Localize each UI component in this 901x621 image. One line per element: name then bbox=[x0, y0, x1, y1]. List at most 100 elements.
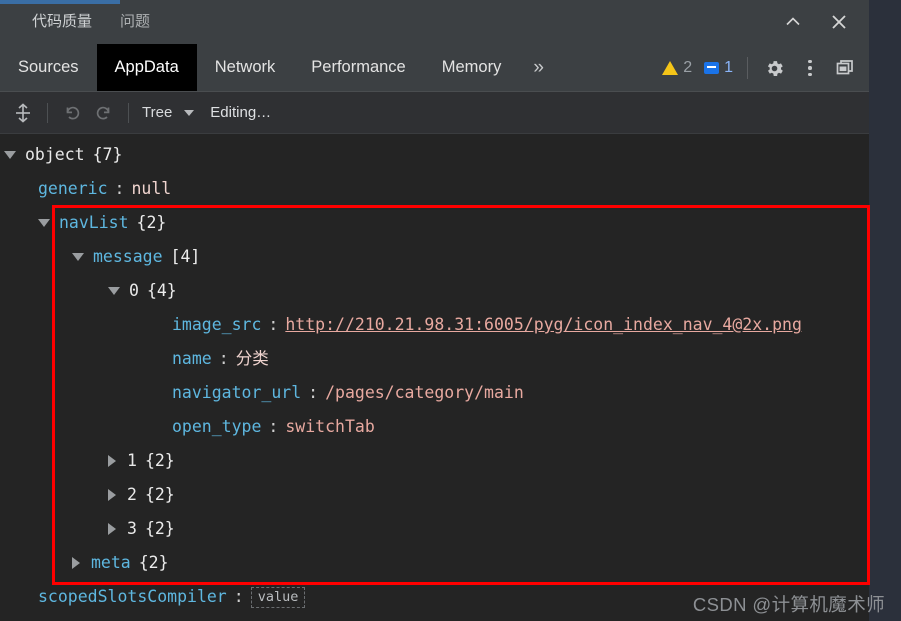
chevron-right-icon[interactable] bbox=[72, 557, 80, 569]
tree-value-open-type: switchTab bbox=[285, 417, 375, 436]
tree-row-navlist[interactable]: navList {2} bbox=[0, 206, 869, 240]
tree-colon-image-src: : bbox=[268, 315, 279, 334]
editing-status-label: Editing… bbox=[210, 104, 272, 121]
drawer-tab-issues[interactable]: 问题 bbox=[106, 0, 164, 44]
tree-colon-navigator-url: : bbox=[308, 383, 319, 402]
tab-overflow-button[interactable]: » bbox=[519, 44, 558, 91]
tree-row-object[interactable]: object {7} bbox=[0, 138, 869, 172]
message-icon bbox=[704, 62, 720, 74]
tree-key-name: name bbox=[172, 349, 212, 368]
tab-performance[interactable]: Performance bbox=[293, 44, 423, 91]
message-count: 1 bbox=[724, 59, 733, 76]
devtools-window: 代码质量 问题 Sources AppData Network Performa… bbox=[0, 0, 869, 621]
tree-key-message: message bbox=[93, 247, 163, 266]
kebab-menu-icon[interactable] bbox=[793, 51, 827, 85]
chevron-down-icon[interactable] bbox=[4, 151, 16, 159]
tree-row-item-3[interactable]: 3 {2} bbox=[0, 512, 869, 546]
warning-triangle-icon bbox=[662, 61, 679, 75]
tree-count-item-2: {2} bbox=[144, 485, 175, 504]
tree-count-item-3: {2} bbox=[144, 519, 175, 538]
tree-row-item-0[interactable]: 0 {4} bbox=[0, 274, 869, 308]
tree-row-message[interactable]: message [4] bbox=[0, 240, 869, 274]
tree-value-generic: null bbox=[131, 179, 172, 198]
warning-counter[interactable]: 2 bbox=[657, 59, 697, 77]
tab-network[interactable]: Network bbox=[197, 44, 294, 91]
screenshot-root: 代码质量 问题 Sources AppData Network Performa… bbox=[0, 0, 901, 621]
tree-count-item-1: {2} bbox=[144, 451, 175, 470]
tab-sources[interactable]: Sources bbox=[0, 44, 97, 91]
tree-row-name[interactable]: name : 分类 bbox=[0, 342, 869, 376]
tree-key-item-1: 1 bbox=[127, 451, 137, 470]
warning-count: 2 bbox=[683, 59, 693, 76]
undo-icon[interactable] bbox=[57, 98, 87, 128]
chevron-down-icon[interactable] bbox=[184, 109, 195, 116]
close-icon[interactable] bbox=[819, 2, 859, 42]
tree-row-generic[interactable]: generic : null bbox=[0, 172, 869, 206]
tree-key-scopedslotscompiler: scopedSlotsCompiler bbox=[38, 587, 227, 606]
drawer-tab-code-quality-label: 代码质量 bbox=[32, 13, 93, 30]
drawer-tab-issues-label: 问题 bbox=[120, 13, 151, 30]
window-controls bbox=[773, 0, 859, 44]
appdata-toolbar: Tree Editing… bbox=[0, 92, 869, 134]
tree-key-item-0: 0 bbox=[129, 281, 139, 300]
tree-key-generic: generic bbox=[38, 179, 108, 198]
gear-icon[interactable] bbox=[757, 51, 791, 85]
tree-key-item-2: 2 bbox=[127, 485, 137, 504]
tree-count-meta: {2} bbox=[138, 553, 169, 572]
tree-count-item-0: {4} bbox=[146, 281, 177, 300]
active-browser-tab-accent bbox=[0, 0, 120, 4]
tree-value-scopedslotscompiler[interactable]: value bbox=[250, 586, 306, 608]
tab-memory[interactable]: Memory bbox=[424, 44, 520, 91]
toolbar-divider-1 bbox=[47, 102, 48, 123]
tree-key-open-type: open_type bbox=[172, 417, 262, 436]
chevron-right-icon[interactable] bbox=[108, 489, 116, 501]
chevron-right-icon[interactable] bbox=[108, 455, 116, 467]
tree-key-object: object bbox=[25, 145, 85, 164]
chevron-down-icon[interactable] bbox=[38, 219, 50, 227]
tree-row-meta[interactable]: meta {2} bbox=[0, 546, 869, 580]
tree-row-open-type[interactable]: open_type : switchTab bbox=[0, 410, 869, 444]
tab-memory-label: Memory bbox=[441, 58, 502, 76]
tree-count-message: [4] bbox=[170, 247, 201, 266]
tree-value-navigator-url: /pages/category/main bbox=[325, 383, 524, 402]
redo-icon[interactable] bbox=[89, 98, 119, 128]
chevron-up-icon[interactable] bbox=[773, 2, 813, 42]
tree-key-navigator-url: navigator_url bbox=[172, 383, 302, 402]
tree-colon-name: : bbox=[218, 349, 229, 368]
appdata-tree[interactable]: object {7} generic : null navList {2} me… bbox=[0, 134, 869, 621]
tab-bar-status-area: 2 1 bbox=[657, 44, 863, 92]
tree-colon-generic: : bbox=[114, 179, 125, 198]
tree-key-image-src: image_src bbox=[172, 315, 262, 334]
tree-key-meta: meta bbox=[91, 553, 131, 572]
tree-value-name: 分类 bbox=[235, 349, 269, 368]
tab-sources-label: Sources bbox=[18, 58, 79, 76]
tree-count-navlist: {2} bbox=[136, 213, 167, 232]
tree-key-item-3: 3 bbox=[127, 519, 137, 538]
toolbar-divider-2 bbox=[128, 102, 129, 123]
view-mode-label[interactable]: Tree bbox=[138, 104, 176, 121]
tree-row-image-src[interactable]: image_src : http://210.21.98.31:6005/pyg… bbox=[0, 308, 869, 340]
tree-row-navigator-url[interactable]: navigator_url : /pages/category/main bbox=[0, 376, 869, 410]
status-divider bbox=[747, 57, 748, 79]
tree-row-item-2[interactable]: 2 {2} bbox=[0, 478, 869, 512]
tree-value-image-src-link[interactable]: http://210.21.98.31:6005/pyg/icon_index_… bbox=[285, 315, 802, 334]
watermark-text: CSDN @计算机魔术师 bbox=[692, 594, 885, 615]
tree-row-item-1[interactable]: 1 {2} bbox=[0, 444, 869, 478]
tree-colon-scopedslotscompiler: : bbox=[233, 587, 244, 606]
drawer-tab-bar: 代码质量 问题 bbox=[0, 0, 869, 44]
chevron-down-icon[interactable] bbox=[108, 287, 120, 295]
message-counter[interactable]: 1 bbox=[699, 59, 738, 77]
tree-key-navlist: navList bbox=[59, 213, 129, 232]
tree-colon-open-type: : bbox=[268, 417, 279, 436]
panel-tab-bar: Sources AppData Network Performance Memo… bbox=[0, 44, 869, 92]
tab-network-label: Network bbox=[214, 58, 276, 76]
chevron-right-icon[interactable] bbox=[108, 523, 116, 535]
expand-collapse-icon[interactable] bbox=[8, 98, 38, 128]
tab-performance-label: Performance bbox=[311, 58, 406, 76]
tab-appdata[interactable]: AppData bbox=[96, 44, 197, 91]
dock-window-icon[interactable] bbox=[829, 51, 863, 85]
tree-count-object: {7} bbox=[92, 145, 123, 164]
chevron-down-icon[interactable] bbox=[72, 253, 84, 261]
drawer-tab-code-quality[interactable]: 代码质量 bbox=[18, 0, 106, 44]
tab-appdata-label: AppData bbox=[114, 58, 179, 76]
